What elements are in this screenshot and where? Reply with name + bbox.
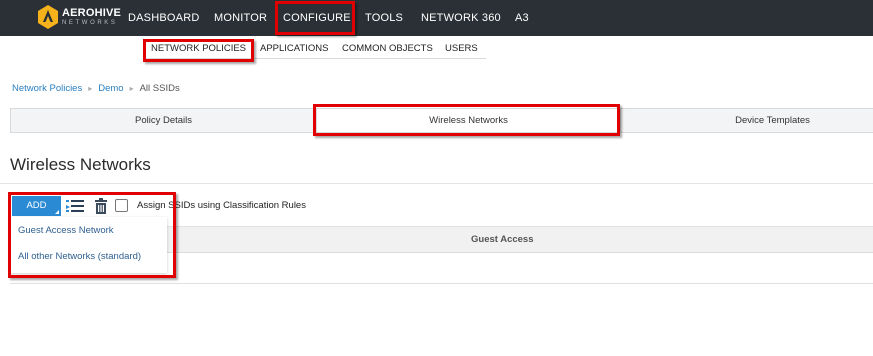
subnav-divider — [146, 58, 486, 59]
tab-policy-details[interactable]: Policy Details — [11, 109, 316, 132]
tab-wireless-networks[interactable]: Wireless Networks — [317, 109, 620, 132]
nav-tools[interactable]: TOOLS — [365, 0, 403, 36]
nav-network-360[interactable]: NETWORK 360 — [421, 0, 501, 36]
add-button-label: ADD — [26, 200, 47, 211]
menu-item-all-other-networks[interactable]: All other Networks (standard) — [18, 251, 141, 262]
dropdown-caret-icon — [55, 210, 59, 214]
title-divider — [0, 183, 873, 184]
chevron-right-icon: ▸ — [129, 84, 134, 93]
aerohive-logo[interactable]: AEROHIVE NETWORKS — [38, 5, 122, 31]
trash-icon[interactable] — [94, 198, 108, 214]
add-dropdown-menu: Guest Access Network All other Networks … — [10, 217, 167, 273]
top-nav-bar: AEROHIVE NETWORKS DASHBOARD MONITOR CONF… — [0, 0, 873, 36]
subnav-applications[interactable]: APPLICATIONS — [260, 40, 328, 58]
subnav-common-objects[interactable]: COMMON OBJECTS — [342, 40, 433, 58]
nav-a3[interactable]: A3 — [515, 0, 529, 36]
subnav-network-policies[interactable]: NETWORK POLICIES — [151, 40, 246, 58]
tab-device-templates[interactable]: Device Templates — [621, 109, 873, 132]
assign-ssids-checkbox[interactable] — [115, 199, 128, 212]
column-header-guest-access[interactable]: Guest Access — [471, 234, 534, 245]
menu-item-guest-access-network[interactable]: Guest Access Network — [18, 225, 114, 236]
assign-ssids-label: Assign SSIDs using Classification Rules — [137, 200, 306, 211]
breadcrumb-network-policies[interactable]: Network Policies — [12, 83, 82, 94]
add-button[interactable]: ADD — [12, 196, 61, 216]
policy-tabs: Policy Details Wireless Networks Device … — [10, 108, 873, 133]
aerohive-logo-icon — [38, 5, 58, 29]
chevron-right-icon: ▸ — [88, 84, 93, 93]
breadcrumb-demo[interactable]: Demo — [98, 83, 123, 94]
nav-monitor[interactable]: MONITOR — [214, 0, 267, 36]
nav-configure[interactable]: CONFIGURE — [283, 0, 351, 36]
breadcrumb-current: All SSIDs — [139, 83, 180, 94]
nav-dashboard[interactable]: DASHBOARD — [128, 0, 199, 36]
brand-subtitle: NETWORKS — [62, 20, 118, 26]
page-title: Wireless Networks — [10, 155, 151, 174]
breadcrumb: Network Policies ▸ Demo ▸ All SSIDs — [12, 83, 180, 94]
brand-name: AEROHIVE — [62, 7, 122, 19]
table-bottom-border — [10, 283, 873, 284]
reorder-list-icon[interactable] — [65, 198, 85, 214]
subnav-users[interactable]: USERS — [445, 40, 478, 58]
